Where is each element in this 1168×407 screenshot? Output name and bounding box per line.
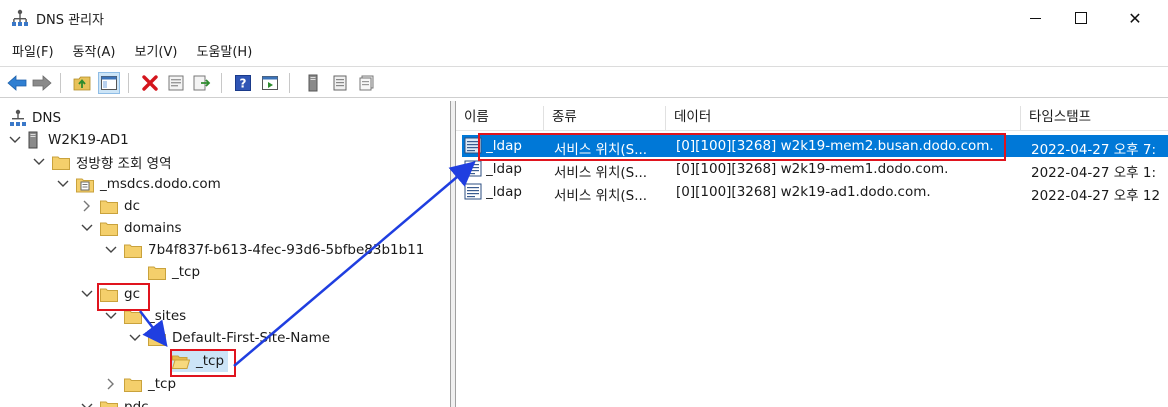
chevron-down-icon[interactable]: [104, 309, 118, 323]
zone-icon: [76, 177, 94, 192]
tree-node-label: dc: [124, 198, 140, 214]
tree-node-label: W2K19-AD1: [48, 132, 129, 148]
record-timestamp: 2022-04-27 오후 12: [1031, 188, 1161, 204]
menu-action[interactable]: 동작(A): [61, 38, 123, 62]
toolbar-separator: [221, 73, 222, 93]
tree-node-default-site[interactable]: Default-First-Site-Name: [128, 327, 330, 349]
title-bar: DNS 관리자 ✕: [0, 0, 1168, 36]
properties-icon[interactable]: [165, 72, 187, 94]
folder-icon: [148, 265, 166, 280]
chevron-down-icon[interactable]: [80, 287, 94, 301]
maximize-button[interactable]: [1058, 0, 1104, 36]
menu-help[interactable]: 도움말(H): [184, 38, 259, 62]
up-folder-icon[interactable]: [71, 72, 93, 94]
column-header-name[interactable]: 이름: [456, 106, 544, 130]
tree-node-label: 정방향 조회 영역: [76, 156, 172, 172]
tree-node-domains[interactable]: domains: [80, 217, 182, 239]
toolbar-separator: [128, 73, 129, 93]
record-data: [0][100][3268] w2k19-ad1.dodo.com.: [676, 184, 931, 200]
record-type: 서비스 위치(S...: [554, 188, 648, 204]
window-title: DNS 관리자: [36, 13, 104, 28]
column-header-data[interactable]: 데이터: [666, 106, 1021, 130]
tree-node-label: DNS: [32, 110, 62, 126]
tree-node-pdc[interactable]: pdc: [80, 396, 149, 407]
minimize-icon: [1029, 17, 1041, 19]
server-icon[interactable]: [302, 72, 324, 94]
toolbar-separator: [60, 73, 61, 93]
record-name: _ldap: [486, 161, 522, 177]
tree-node-msdcs-zone[interactable]: _msdcs.dodo.com: [56, 173, 221, 195]
highlight-box-gc: [97, 283, 150, 311]
server-icon: [28, 131, 42, 149]
tree-node-gc-tcp[interactable]: _tcp: [104, 373, 176, 395]
export-list-icon[interactable]: [191, 72, 213, 94]
folder-icon: [100, 199, 118, 214]
record-row[interactable]: _ldap 서비스 위치(S... [0][100][3268] w2k19-a…: [462, 181, 1168, 204]
menu-bar: 파일(F) 동작(A) 보기(V) 도움말(H): [0, 38, 259, 62]
tree-node-server[interactable]: W2K19-AD1: [8, 129, 129, 151]
record-data: [0][100][3268] w2k19-mem1.dodo.com.: [676, 161, 949, 177]
chevron-down-icon[interactable]: [56, 177, 70, 191]
folder-icon: [124, 243, 142, 258]
chevron-down-icon[interactable]: [104, 243, 118, 257]
delete-icon[interactable]: [139, 72, 161, 94]
dns-icon: [10, 109, 26, 127]
record-name: _ldap: [486, 184, 522, 200]
chevron-down-icon[interactable]: [128, 331, 142, 345]
highlight-box-selected-record: [478, 133, 1006, 161]
dns-manager-icon: [12, 9, 28, 27]
srv-record-icon: [464, 160, 482, 181]
record-row[interactable]: _ldap 서비스 위치(S... [0][100][3268] w2k19-m…: [462, 158, 1168, 181]
chevron-right-icon[interactable]: [80, 199, 94, 213]
column-header-type[interactable]: 종류: [544, 106, 666, 130]
svg-text:?: ?: [240, 77, 247, 91]
folder-icon: [100, 221, 118, 236]
chevron-down-icon[interactable]: [32, 155, 46, 169]
forward-arrow-icon[interactable]: [31, 72, 53, 94]
tree-node-domain-guid[interactable]: 7b4f837f-b613-4fec-93d6-5bfbe83b1b11: [104, 239, 424, 261]
minimize-button[interactable]: [1012, 0, 1058, 36]
chevron-down-icon[interactable]: [80, 400, 94, 407]
folder-icon: [148, 331, 166, 346]
tree-node-label: domains: [124, 220, 182, 236]
chevron-down-icon[interactable]: [80, 221, 94, 235]
record-type: 서비스 위치(S...: [554, 165, 648, 181]
highlight-box-site-tcp: [170, 349, 236, 377]
record-timestamp: 2022-04-27 오후 7:: [1031, 142, 1157, 158]
maximize-icon: [1075, 12, 1087, 24]
tree-node-dns[interactable]: DNS: [10, 107, 61, 129]
close-icon: ✕: [1128, 8, 1142, 28]
menu-view[interactable]: 보기(V): [123, 38, 185, 62]
action-pane-icon[interactable]: [259, 72, 281, 94]
folder-icon: [52, 155, 70, 170]
column-header-timestamp[interactable]: 타임스탬프: [1021, 106, 1168, 130]
tree-node-dc[interactable]: dc: [80, 195, 140, 217]
toolbar-separator: [289, 73, 290, 93]
record-timestamp: 2022-04-27 오후 1:: [1031, 165, 1157, 181]
tree-node-forward-zones[interactable]: 정방향 조회 영역: [32, 151, 172, 173]
close-button[interactable]: ✕: [1112, 0, 1158, 36]
chevron-down-icon[interactable]: [8, 133, 22, 147]
tree-node-label: _tcp: [148, 376, 177, 392]
zone-list-icon[interactable]: [329, 72, 351, 94]
menu-file[interactable]: 파일(F): [0, 38, 61, 62]
folder-icon: [124, 377, 142, 392]
back-arrow-icon[interactable]: [6, 72, 28, 94]
records-icon[interactable]: [356, 72, 378, 94]
folder-icon: [100, 400, 118, 407]
tree-node-label: _tcp: [172, 264, 201, 280]
show-hide-tree-icon[interactable]: [98, 72, 120, 94]
tree-node-domain-tcp[interactable]: _tcp: [148, 261, 200, 283]
tree-node-label: _msdcs.dodo.com: [100, 176, 221, 192]
tree-node-label: _sites: [148, 308, 187, 324]
chevron-right-icon[interactable]: [104, 377, 118, 391]
tree-node-label: Default-First-Site-Name: [172, 330, 331, 346]
help-icon[interactable]: ?: [232, 72, 254, 94]
srv-record-icon: [464, 183, 482, 204]
toolbar: ?: [0, 66, 1168, 98]
tree-node-label: 7b4f837f-b613-4fec-93d6-5bfbe83b1b11: [148, 242, 425, 258]
tree-node-label: pdc: [124, 399, 149, 407]
